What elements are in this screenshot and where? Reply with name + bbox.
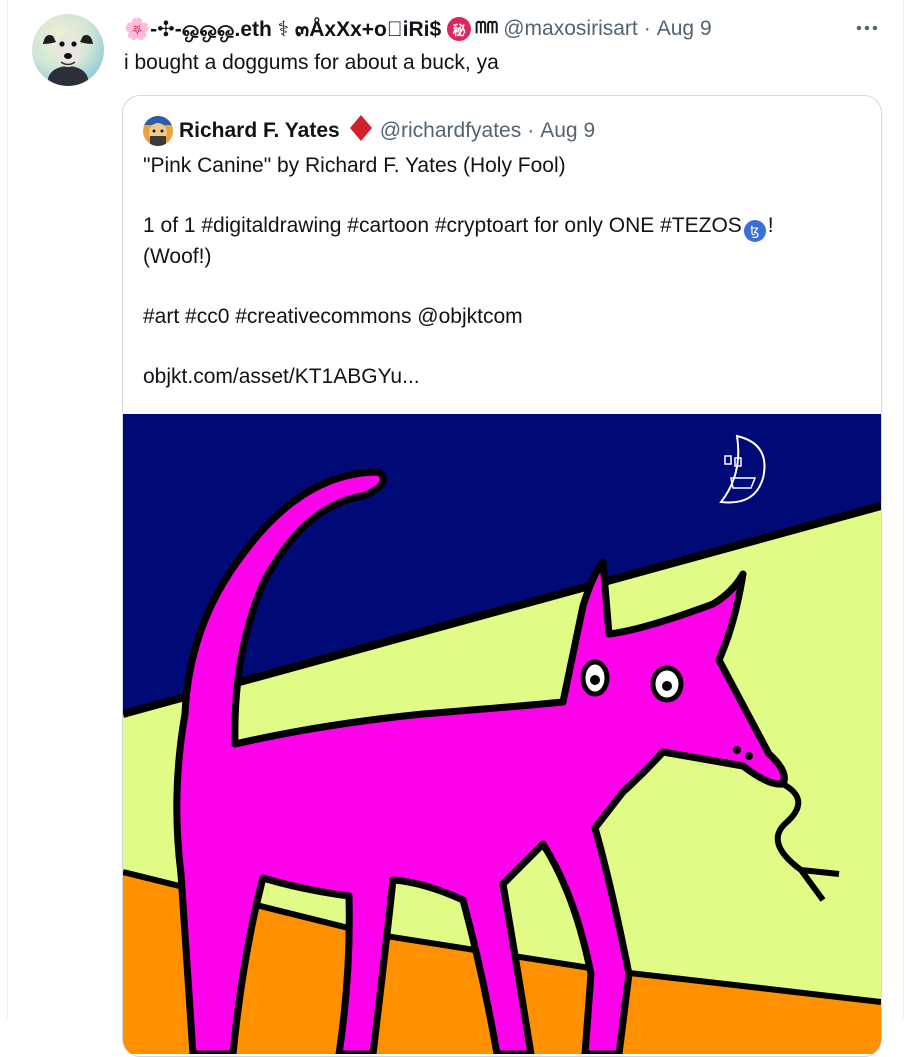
tweet-text: i bought a doggums for about a buck, ya: [124, 51, 499, 74]
quoted-author-handle[interactable]: @richardfyates: [380, 119, 522, 143]
tweet-header: 🌸-✣-ஒஒஒ.eth ⚕ ๓ÅxXx+o⃣iRi$ 秘 ᗰᗰ @maxosir…: [124, 14, 712, 44]
dog-portrait-icon: [32, 14, 104, 86]
quoted-text-hashtags: 1 of 1 #digitaldrawing #cartoon #cryptoa…: [143, 214, 742, 237]
quoted-text-link[interactable]: objkt.com/asset/KT1ABGYu...: [143, 362, 863, 392]
quoted-author-name[interactable]: Richard F. Yates: [179, 119, 340, 143]
quoted-tweet[interactable]: Richard F. Yates @richardfyates · Aug 9 …: [122, 95, 882, 1057]
author-name-glyph: ᗰᗰ: [475, 20, 499, 37]
quoted-author-avatar[interactable]: [143, 116, 173, 146]
quoted-text-line: 1 of 1 #digitaldrawing #cartoon #cryptoa…: [143, 211, 863, 242]
quoted-text-title: "Pink Canine" by Richard F. Yates (Holy …: [143, 154, 566, 177]
timeline-border-right: [903, 0, 904, 1020]
quoted-text-exclaim: !: [767, 214, 774, 237]
diamond-icon: [349, 115, 372, 147]
pink-dog-artwork[interactable]: [123, 414, 881, 1056]
header-separator: ·: [643, 17, 651, 40]
author-avatar[interactable]: [32, 14, 104, 86]
quoted-tweet-date[interactable]: Aug 9: [540, 119, 595, 143]
quoted-text-tags: #art #cc0 #creativecommons @objktcom: [143, 305, 523, 328]
pink-canine-image: [123, 414, 881, 1056]
author-name[interactable]: 🌸-✣-ஒஒஒ.eth ⚕ ๓ÅxXx+o⃣iRi$: [124, 13, 441, 46]
timeline-border-left: [7, 0, 8, 1020]
tweet-date[interactable]: Aug 9: [657, 17, 712, 41]
quoted-header-separator: ·: [527, 119, 535, 142]
bearded-face-icon: [143, 116, 173, 146]
quoted-tweet-header: Richard F. Yates @richardfyates · Aug 9: [143, 115, 595, 147]
tezos-icon: ꜩ: [743, 220, 766, 242]
quoted-tweet-text: "Pink Canine" by Richard F. Yates (Holy …: [143, 151, 863, 392]
more-options-icon[interactable]: [852, 16, 882, 40]
author-handle[interactable]: @maxosirisart: [503, 17, 638, 41]
secret-badge-icon: 秘: [447, 17, 472, 41]
quoted-text-woof: (Woof!): [143, 245, 212, 268]
